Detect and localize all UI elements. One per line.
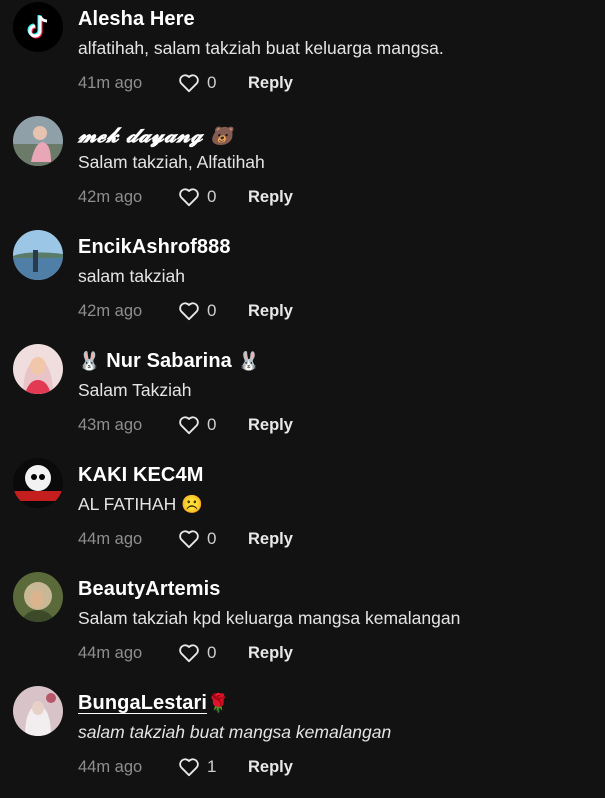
timestamp: 41m ago: [78, 73, 143, 92]
heart-outline-icon: [179, 416, 199, 435]
like-count: 0: [207, 187, 217, 206]
username[interactable]: EncikAshrof888: [78, 236, 231, 259]
username[interactable]: 𝓶𝓮𝓴 𝓭𝓪𝔂𝓪𝓷𝓰 🐻: [78, 122, 233, 148]
heart-outline-icon: [179, 530, 199, 549]
reply-button[interactable]: Reply: [248, 302, 293, 321]
reply-button[interactable]: Reply: [248, 644, 293, 663]
comment-text: Salam takziah, Alfatihah: [78, 152, 265, 172]
reply-button[interactable]: Reply: [248, 530, 293, 549]
avatar[interactable]: [13, 572, 63, 622]
avatar[interactable]: [13, 686, 63, 736]
username[interactable]: BungaLestari🌹: [78, 692, 230, 715]
comment-meta: 44m ago 1 Reply: [78, 756, 293, 778]
comment-item: BungaLestari🌹 salam takziah buat mangsa …: [0, 684, 605, 798]
like-button[interactable]: 0: [178, 415, 248, 435]
rose-emoji: 🌹: [207, 693, 230, 713]
timestamp: 42m ago: [78, 301, 143, 320]
reply-button[interactable]: Reply: [248, 416, 293, 435]
heart-outline-icon: [179, 74, 199, 93]
comment-meta: 44m ago 0 Reply: [78, 642, 293, 664]
like-button[interactable]: 1: [178, 757, 248, 777]
username[interactable]: KAKI KEC4M: [78, 464, 203, 487]
comment-text: AL FATIHAH ☹️: [78, 494, 203, 514]
like-button[interactable]: 0: [178, 187, 248, 207]
timestamp: 42m ago: [78, 187, 143, 206]
like-button[interactable]: 0: [178, 643, 248, 663]
avatar[interactable]: [13, 458, 63, 508]
comment-item: EncikAshrof888 salam takziah 42m ago 0 R…: [0, 228, 605, 342]
like-button[interactable]: 0: [178, 301, 248, 321]
username[interactable]: 🐰 Nur Sabarina 🐰: [78, 350, 260, 373]
timestamp: 44m ago: [78, 757, 143, 776]
like-count: 0: [207, 301, 217, 320]
reply-button[interactable]: Reply: [248, 74, 293, 93]
rabbit-emoji: 🐰: [78, 351, 101, 371]
avatar-image: [13, 344, 63, 394]
comment-meta: 42m ago 0 Reply: [78, 300, 293, 322]
timestamp: 43m ago: [78, 415, 143, 434]
reply-button[interactable]: Reply: [248, 758, 293, 777]
heart-outline-icon: [179, 758, 199, 777]
reply-button[interactable]: Reply: [248, 188, 293, 207]
avatar-image: [13, 230, 63, 280]
avatar-image: [13, 116, 63, 166]
timestamp: 44m ago: [78, 643, 143, 662]
like-count: 0: [207, 73, 217, 92]
rabbit-emoji: 🐰: [237, 351, 261, 371]
comment-meta: 42m ago 0 Reply: [78, 186, 293, 208]
timestamp: 44m ago: [78, 529, 143, 548]
heart-outline-icon: [179, 302, 199, 321]
avatar-image: [13, 686, 63, 736]
avatar[interactable]: [13, 116, 63, 166]
like-count: 1: [207, 757, 217, 776]
avatar[interactable]: [13, 230, 63, 280]
username[interactable]: BeautyArtemis: [78, 578, 220, 601]
comment-text: Salam takziah kpd keluarga mangsa kemala…: [78, 608, 461, 628]
comment-text: alfatihah, salam takziah buat keluarga m…: [78, 38, 444, 58]
heart-outline-icon: [179, 644, 199, 663]
like-button[interactable]: 0: [178, 73, 248, 93]
username[interactable]: Alesha Here: [78, 8, 195, 31]
comment-text: salam takziah: [78, 266, 185, 286]
bear-emoji: 🐻: [210, 126, 233, 147]
avatar[interactable]: [13, 344, 63, 394]
comment-meta: 41m ago 0 Reply: [78, 72, 293, 94]
comment-item: Alesha Here alfatihah, salam takziah bua…: [0, 0, 605, 114]
like-count: 0: [207, 415, 217, 434]
comment-meta: 43m ago 0 Reply: [78, 414, 293, 436]
comment-meta: 44m ago 0 Reply: [78, 528, 293, 550]
comment-item: 🐰 Nur Sabarina 🐰 Salam Takziah 43m ago 0…: [0, 342, 605, 456]
comment-text: salam takziah buat mangsa kemalangan: [78, 722, 392, 742]
tiktok-logo-icon: [13, 2, 63, 52]
frowning-face-emoji: ☹️: [181, 494, 203, 514]
like-button[interactable]: 0: [178, 529, 248, 549]
avatar-image: [13, 572, 63, 622]
like-count: 0: [207, 529, 217, 548]
comment-item: 𝓶𝓮𝓴 𝓭𝓪𝔂𝓪𝓷𝓰 🐻 Salam takziah, Alfatihah 42…: [0, 114, 605, 228]
comment-item: BeautyArtemis Salam takziah kpd keluarga…: [0, 570, 605, 684]
avatar[interactable]: [13, 2, 63, 52]
comment-item: KAKI KEC4M AL FATIHAH ☹️ 44m ago 0 Reply: [0, 456, 605, 570]
comment-text: Salam Takziah: [78, 380, 192, 400]
like-count: 0: [207, 643, 217, 662]
avatar-image: [13, 458, 63, 508]
heart-outline-icon: [179, 188, 199, 207]
